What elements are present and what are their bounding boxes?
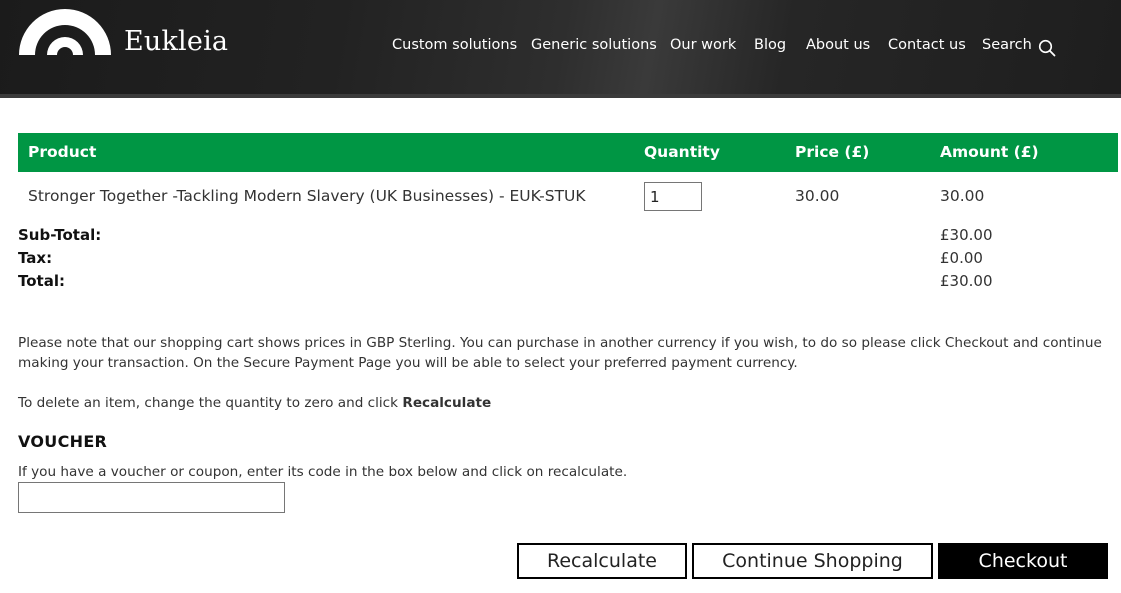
column-price: Price (£) bbox=[795, 143, 870, 161]
column-product: Product bbox=[28, 143, 97, 161]
delete-note-text: To delete an item, change the quantity t… bbox=[18, 395, 403, 411]
nav-contact-us[interactable]: Contact us bbox=[888, 37, 966, 53]
tax-value: £0.00 bbox=[940, 249, 983, 267]
voucher-instructions: If you have a voucher or coupon, enter i… bbox=[18, 464, 628, 480]
column-amount: Amount (£) bbox=[940, 143, 1039, 161]
cart-item-price: 30.00 bbox=[795, 187, 840, 205]
recalculate-button[interactable]: Recalculate bbox=[517, 543, 687, 579]
nav-custom-solutions[interactable]: Custom solutions bbox=[392, 37, 517, 53]
cart-item-amount: 30.00 bbox=[940, 187, 985, 205]
checkout-button[interactable]: Checkout bbox=[938, 543, 1108, 579]
delete-note: To delete an item, change the quantity t… bbox=[18, 393, 1118, 413]
voucher-code-input[interactable] bbox=[18, 482, 285, 513]
nav-blog[interactable]: Blog bbox=[754, 37, 786, 53]
cart-item-product: Stronger Together -Tackling Modern Slave… bbox=[28, 187, 586, 205]
header-divider bbox=[0, 94, 1121, 98]
currency-note: Please note that our shopping cart shows… bbox=[18, 335, 1102, 371]
tax-label: Tax: bbox=[18, 249, 53, 267]
nav-search[interactable]: Search bbox=[982, 37, 1032, 53]
eukleia-logo-icon[interactable] bbox=[17, 6, 113, 58]
quantity-input[interactable] bbox=[644, 182, 702, 211]
subtotal-value: £30.00 bbox=[940, 226, 993, 244]
continue-shopping-button[interactable]: Continue Shopping bbox=[692, 543, 933, 579]
nav-about-us[interactable]: About us bbox=[806, 37, 870, 53]
column-quantity: Quantity bbox=[644, 143, 720, 161]
total-value: £30.00 bbox=[940, 272, 993, 290]
voucher-heading: VOUCHER bbox=[18, 432, 108, 451]
delete-note-recalculate: Recalculate bbox=[402, 395, 492, 411]
total-label: Total: bbox=[18, 272, 65, 290]
subtotal-label: Sub-Total: bbox=[18, 226, 102, 244]
nav-our-work[interactable]: Our work bbox=[670, 37, 736, 53]
brand-name[interactable]: Eukleia bbox=[124, 26, 228, 57]
search-icon[interactable] bbox=[1038, 39, 1056, 57]
nav-generic-solutions[interactable]: Generic solutions bbox=[531, 37, 657, 53]
